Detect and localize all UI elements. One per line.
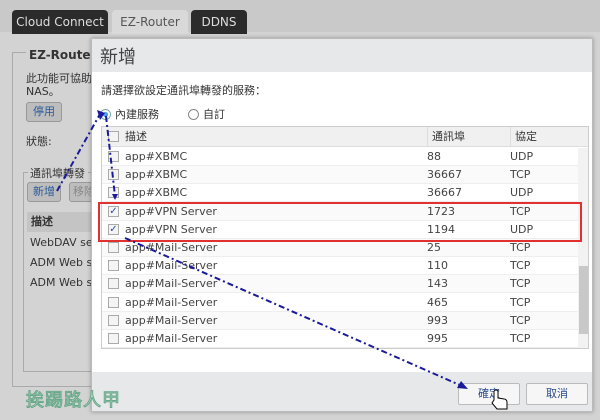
arrowhead-icon [112, 194, 118, 200]
arrow-radio-to-row [105, 115, 116, 197]
hand-cursor-icon [491, 389, 508, 410]
annotation-arrows [56, 110, 508, 410]
watermark: 挨踢路人甲 [26, 390, 121, 412]
arrow-row-to-ok [124, 237, 463, 387]
arrow-add-to-radio [56, 113, 101, 192]
arrowhead-icon [97, 110, 105, 120]
